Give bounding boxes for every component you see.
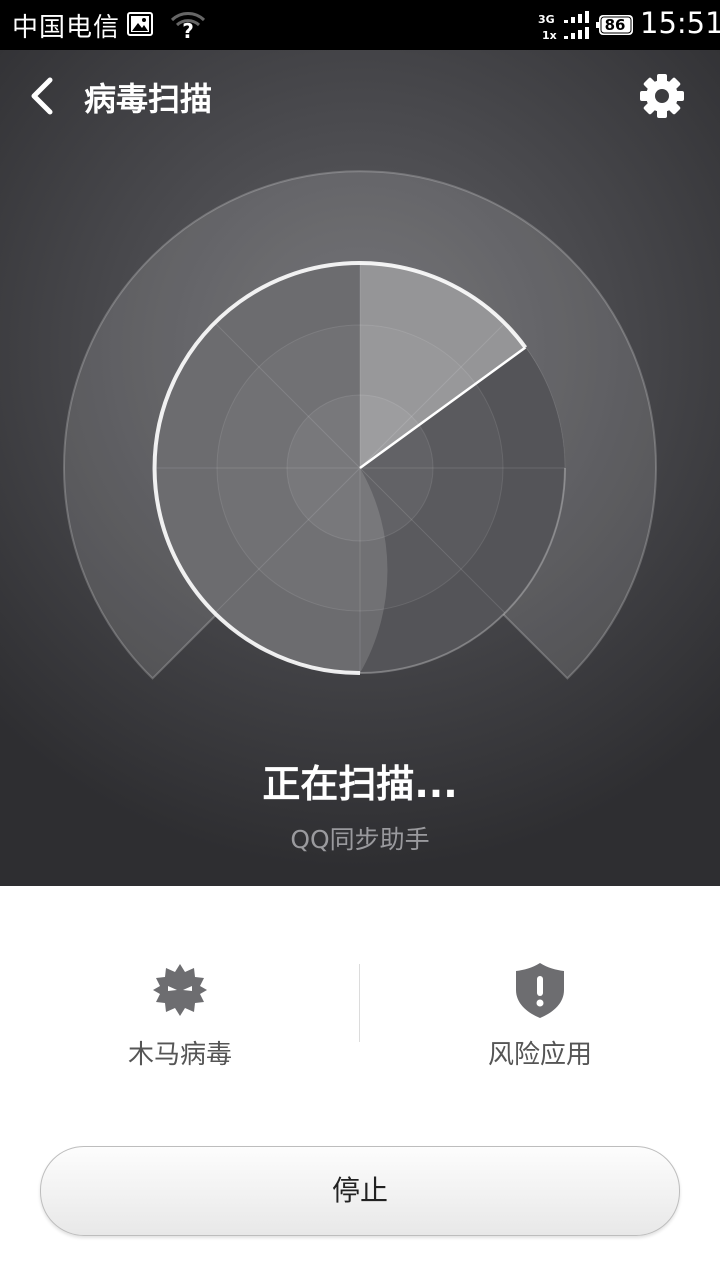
battery-indicator: 86	[596, 14, 634, 36]
chevron-left-icon[interactable]	[26, 76, 62, 116]
category-label: 风险应用	[487, 1040, 592, 1070]
scan-panel: 病毒扫描 正在扫描... QQ同步助手	[0, 50, 720, 886]
category-trojan-virus: 木马病毒	[0, 960, 360, 1071]
clock: 15:51	[640, 6, 720, 40]
page-title: 病毒扫描	[84, 80, 213, 118]
stop-button[interactable]: 停止	[40, 1146, 680, 1236]
scanning-item-text: QQ同步助手	[290, 825, 430, 854]
network-type-bottom: 1x	[542, 29, 557, 41]
category-label: 木马病毒	[127, 1040, 232, 1070]
signal-strength-icon: 3G 1x	[538, 11, 589, 41]
carrier-label: 中国电信	[12, 13, 121, 43]
svg-text:?: ?	[182, 19, 194, 40]
scan-radar	[63, 170, 657, 680]
image-notification-icon	[127, 12, 153, 36]
network-type-top: 3G	[538, 13, 555, 26]
category-risky-apps: 风险应用	[360, 960, 720, 1071]
gear-icon[interactable]	[638, 72, 686, 120]
scan-status-text: 正在扫描...	[262, 762, 458, 806]
wifi-unknown-icon: ?	[170, 12, 206, 40]
battery-level: 86	[604, 16, 626, 34]
shield-alert-icon	[516, 963, 564, 1018]
status-bar: 中国电信 ? 3G 1x 86 15:51	[0, 0, 720, 50]
virus-icon	[153, 964, 207, 1016]
